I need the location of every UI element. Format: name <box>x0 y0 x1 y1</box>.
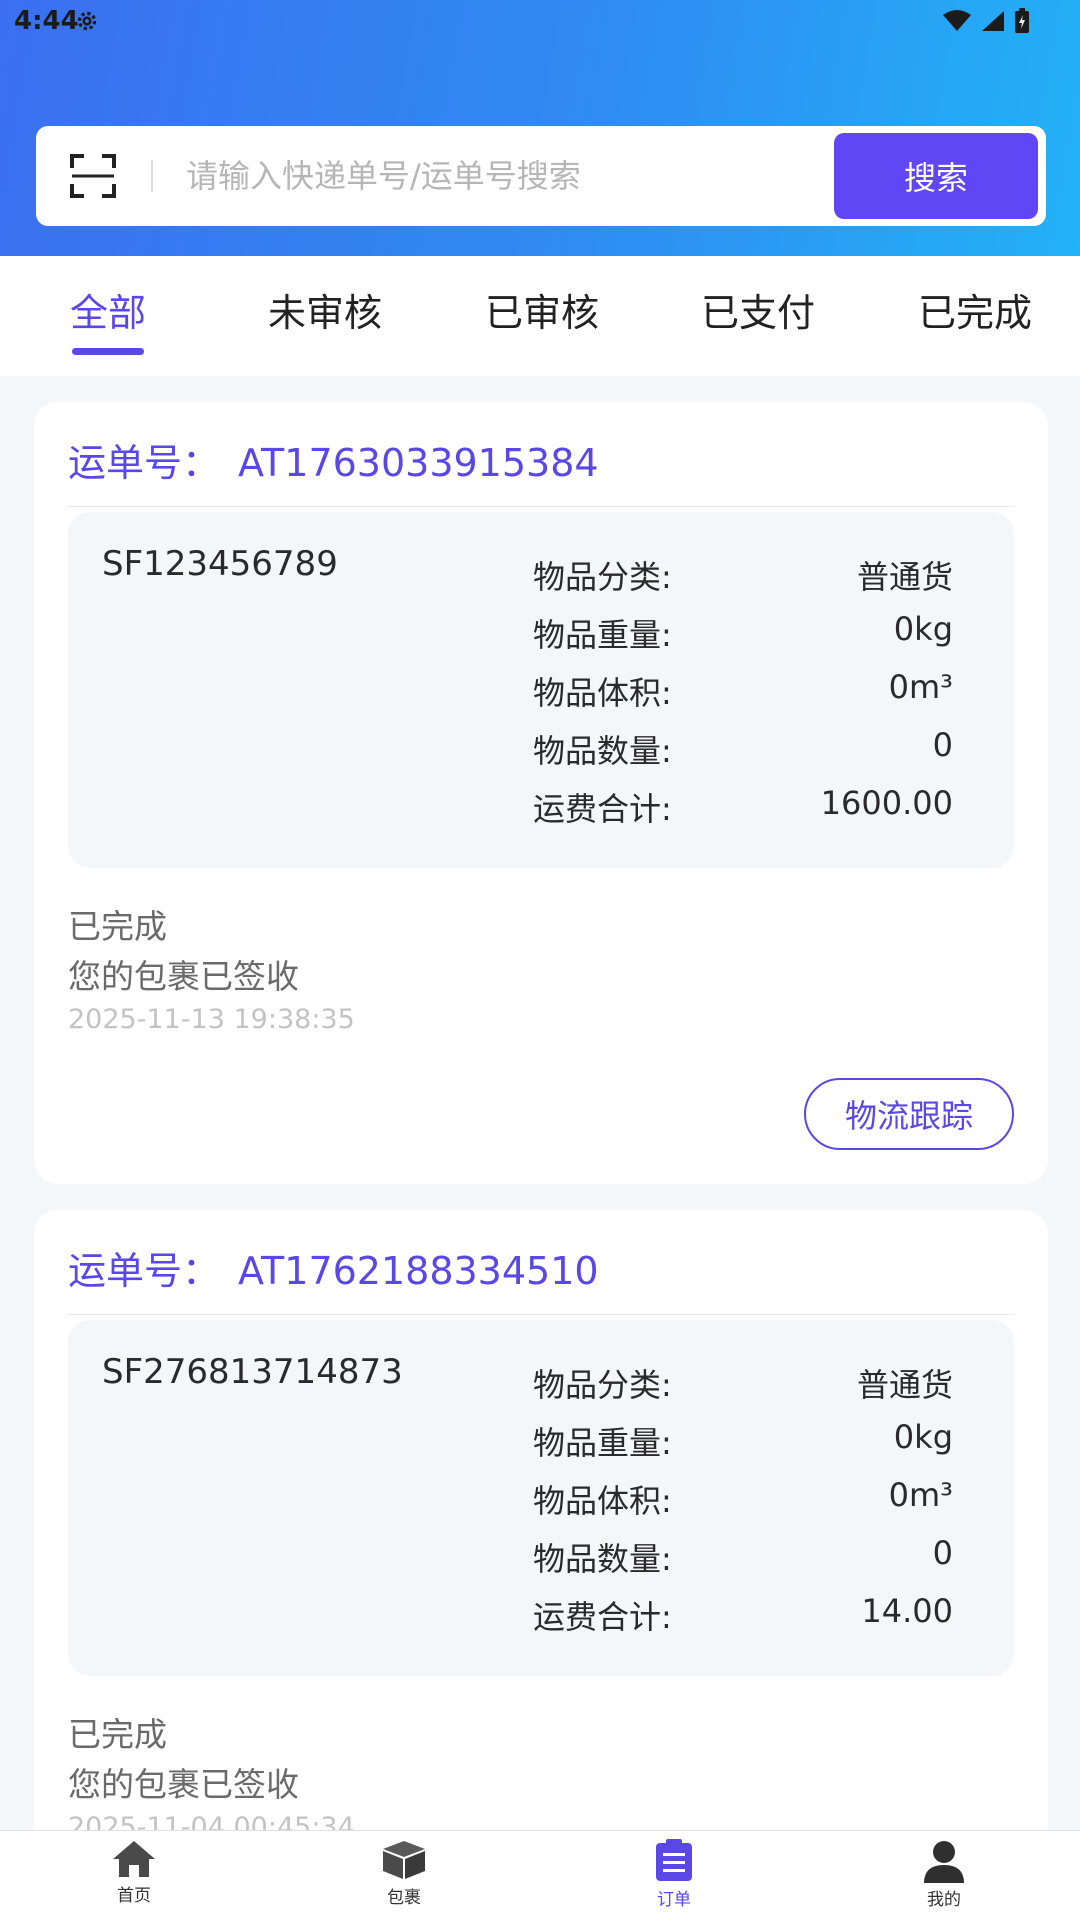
tab-unreviewed[interactable]: 未审核 <box>245 282 405 337</box>
info-label: 物品数量: <box>533 1540 672 1578</box>
info-row-quantity: 物品数量: 0 <box>533 1534 953 1584</box>
nav-label: 我的 <box>927 1890 961 1910</box>
search-button[interactable]: 搜索 <box>834 133 1038 219</box>
tab-paid[interactable]: 已支付 <box>678 282 838 337</box>
info-label: 物品体积: <box>533 674 672 712</box>
nav-label: 包裹 <box>387 1888 421 1908</box>
package-icon <box>383 1841 425 1879</box>
info-value: 0kg <box>893 610 953 648</box>
info-row-freight-total: 运费合计: 14.00 <box>533 1592 953 1642</box>
info-label: 运费合计: <box>533 1598 672 1636</box>
info-row-weight: 物品重量: 0kg <box>533 1418 953 1468</box>
info-value: 普通货 <box>856 1366 953 1404</box>
info-label: 物品分类: <box>533 558 672 596</box>
info-label: 物品重量: <box>533 616 672 654</box>
settings-gear-icon <box>77 11 97 31</box>
order-status-message: 您的包裹已签收 <box>68 957 299 996</box>
order-status-time: 2025-11-13 19:38:35 <box>68 1004 355 1035</box>
waybill-title: 运单号： AT1762188334510 <box>68 1240 599 1295</box>
card-divider <box>68 1314 1014 1315</box>
info-value: 0m³ <box>888 668 953 706</box>
order-detail-panel: SF123456789 物品分类: 普通货 物品重量: 0kg 物品体积: 0m… <box>68 512 1014 868</box>
active-tab-indicator <box>72 348 144 355</box>
info-row-category: 物品分类: 普通货 <box>533 552 953 602</box>
info-value: 14.00 <box>861 1592 953 1630</box>
info-value: 0m³ <box>888 1476 953 1514</box>
info-value: 0 <box>932 1534 953 1572</box>
order-icon <box>656 1839 692 1881</box>
tab-all[interactable]: 全部 <box>28 282 188 337</box>
order-detail-panel: SF276813714873 物品分类: 普通货 物品重量: 0kg 物品体积:… <box>68 1320 1014 1676</box>
info-value: 普通货 <box>856 558 953 596</box>
info-value: 0kg <box>893 1418 953 1456</box>
tracking-number: SF123456789 <box>102 544 338 584</box>
waybill-number: AT1763033915384 <box>238 441 599 485</box>
order-status-message: 您的包裹已签收 <box>68 1765 299 1804</box>
status-time: 4:44 <box>14 6 79 36</box>
nav-label: 首页 <box>117 1886 151 1906</box>
tab-completed[interactable]: 已完成 <box>895 282 1055 337</box>
status-tabs: 全部 未审核 已审核 已支付 已完成 <box>0 256 1080 376</box>
info-row-freight-total: 运费合计: 1600.00 <box>533 784 953 834</box>
info-label: 运费合计: <box>533 790 672 828</box>
waybill-label: 运单号： <box>68 441 221 485</box>
nav-label: 订单 <box>657 1890 691 1910</box>
cellular-signal-icon <box>982 11 1004 31</box>
user-icon <box>924 1841 964 1883</box>
tab-reviewed[interactable]: 已审核 <box>462 282 622 337</box>
scan-icon[interactable] <box>70 154 116 198</box>
info-row-quantity: 物品数量: 0 <box>533 726 953 776</box>
order-card: 运单号： AT1762188334510 SF276813714873 物品分类:… <box>34 1210 1048 1910</box>
search-divider <box>151 160 153 192</box>
search-input[interactable] <box>186 148 846 204</box>
info-row-category: 物品分类: 普通货 <box>533 1360 953 1410</box>
logistics-tracking-button[interactable]: 物流跟踪 <box>804 1078 1014 1150</box>
nav-item-mine[interactable]: 我的 <box>884 1839 1004 1910</box>
nav-item-package[interactable]: 包裹 <box>344 1839 464 1908</box>
nav-item-home[interactable]: 首页 <box>74 1839 194 1906</box>
wifi-icon <box>943 10 971 31</box>
info-value: 0 <box>932 726 953 764</box>
tracking-number: SF276813714873 <box>102 1352 403 1392</box>
info-row-weight: 物品重量: 0kg <box>533 610 953 660</box>
nav-item-orders[interactable]: 订单 <box>614 1839 734 1910</box>
waybill-title: 运单号： AT1763033915384 <box>68 432 599 487</box>
bottom-navigation: 首页 包裹 订单 我的 <box>0 1830 1080 1920</box>
home-icon <box>113 1841 155 1877</box>
info-label: 物品分类: <box>533 1366 672 1404</box>
info-label: 物品数量: <box>533 732 672 770</box>
header: 4:44 搜索 <box>0 0 1080 256</box>
card-divider <box>68 506 1014 507</box>
info-label: 物品重量: <box>533 1424 672 1462</box>
info-label: 物品体积: <box>533 1482 672 1520</box>
waybill-number: AT1762188334510 <box>238 1249 599 1293</box>
battery-icon <box>1015 8 1029 33</box>
status-icons <box>942 8 1030 34</box>
info-row-volume: 物品体积: 0m³ <box>533 668 953 718</box>
info-value: 1600.00 <box>820 784 953 822</box>
search-bar: 搜索 <box>36 126 1046 226</box>
status-bar: 4:44 <box>0 0 1080 44</box>
order-status: 已完成 <box>68 907 167 946</box>
order-card: 运单号： AT1763033915384 SF123456789 物品分类: 普通… <box>34 402 1048 1184</box>
waybill-label: 运单号： <box>68 1249 221 1293</box>
order-status: 已完成 <box>68 1715 167 1754</box>
info-row-volume: 物品体积: 0m³ <box>533 1476 953 1526</box>
